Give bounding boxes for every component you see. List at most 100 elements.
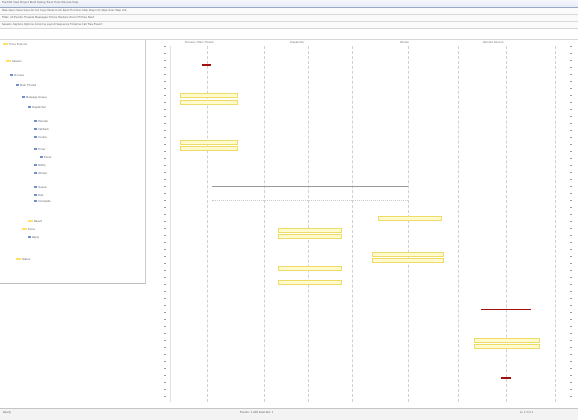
tree-item[interactable]: Queue xyxy=(34,186,47,190)
status-right: Ln 1 Col 1 xyxy=(520,411,533,414)
ruler-tick xyxy=(570,144,572,145)
ruler-tick xyxy=(570,291,572,292)
menu-items[interactable]: File Edit View Project Build Debug Trace… xyxy=(2,0,572,6)
ruler-tick xyxy=(570,263,572,264)
ruler-tick xyxy=(164,60,166,61)
ruler-tick xyxy=(164,263,166,264)
ruler-tick xyxy=(570,102,572,103)
event-block[interactable] xyxy=(372,252,444,257)
ruler-tick xyxy=(164,277,166,278)
tree-item[interactable]: Process xyxy=(10,74,24,78)
ruler-tick xyxy=(164,298,166,299)
ruler-tick xyxy=(570,207,572,208)
status-left: Ready xyxy=(3,411,12,414)
selected-event-marker[interactable] xyxy=(202,64,211,66)
ruler-tick xyxy=(164,347,166,348)
time-ruler xyxy=(146,46,171,402)
ruler-tick xyxy=(570,347,572,348)
event-block[interactable] xyxy=(278,234,342,239)
ruler-tick xyxy=(570,389,572,390)
ruler-tick xyxy=(164,284,166,285)
event-block[interactable] xyxy=(180,140,238,145)
ruler-tick xyxy=(164,340,166,341)
ruler-tick xyxy=(570,193,572,194)
ruler-tick xyxy=(570,242,572,243)
event-block[interactable] xyxy=(278,280,342,285)
ruler-tick xyxy=(570,109,572,110)
ruler-tick xyxy=(164,109,166,110)
ruler-tick xyxy=(164,382,166,383)
ruler-tick xyxy=(164,207,166,208)
ruler-tick xyxy=(570,361,572,362)
tree-item[interactable]: Timer xyxy=(34,148,45,152)
ruler-tick xyxy=(164,312,166,313)
tree-item[interactable]: Invoke xyxy=(34,136,47,140)
ruler-tick xyxy=(164,361,166,362)
ruler-tick xyxy=(164,270,166,271)
event-block[interactable] xyxy=(180,100,238,105)
ruler-tick xyxy=(164,333,166,334)
ruler-tick xyxy=(164,291,166,292)
lifeline-worker xyxy=(408,46,409,402)
ruler-tick xyxy=(570,284,572,285)
tree-item[interactable]: Worker xyxy=(34,172,47,176)
tree-item[interactable]: Callback xyxy=(34,128,49,132)
ruler-tick xyxy=(570,235,572,236)
ruler-tick xyxy=(164,137,166,138)
ruler-tick xyxy=(164,249,166,250)
event-block[interactable] xyxy=(278,228,342,233)
folder-icon xyxy=(3,43,8,45)
trace-explorer-panel: Trace Explorer Session Process Main Thre… xyxy=(0,40,146,284)
tree-item[interactable]: Main Thread xyxy=(16,84,36,88)
event-block[interactable] xyxy=(474,344,540,349)
column-header[interactable]: Process / Main Thread xyxy=(185,41,213,44)
ruler-tick xyxy=(164,235,166,236)
event-block[interactable] xyxy=(180,146,238,151)
toolbar-view: Session Capture Options Columns Layout S… xyxy=(0,22,578,29)
status-middle: Events: 1,248 Selected: 1 xyxy=(240,411,274,414)
return-arrow[interactable] xyxy=(212,200,408,201)
column-header[interactable]: Dispatcher xyxy=(290,41,304,44)
ruler-tick xyxy=(164,123,166,124)
ruler-tick xyxy=(164,88,166,89)
tree-item[interactable]: Session xyxy=(6,60,22,64)
status-bar: Ready Events: 1,248 Selected: 1 Ln 1 Col… xyxy=(0,408,578,420)
tree-item[interactable]: Complete xyxy=(34,200,51,204)
tree-item[interactable]: Reply xyxy=(28,236,39,240)
ruler-tick xyxy=(164,165,166,166)
ruler-tick xyxy=(570,151,572,152)
event-block[interactable] xyxy=(180,93,238,98)
remote-event-marker[interactable] xyxy=(501,377,511,379)
tree-item[interactable]: Dispatcher xyxy=(28,106,46,110)
tree-item[interactable]: Handler xyxy=(34,120,48,124)
ruler-tick xyxy=(570,319,572,320)
event-block[interactable] xyxy=(278,266,342,271)
menu-bar: File Edit View Project Build Debug Trace… xyxy=(0,0,578,8)
tree-item[interactable]: Result xyxy=(28,220,42,224)
ruler-tick xyxy=(570,95,572,96)
ruler-tick xyxy=(570,186,572,187)
remote-event-marker[interactable] xyxy=(481,309,531,310)
event-block[interactable] xyxy=(474,338,540,343)
ruler-tick xyxy=(570,375,572,376)
toolbar-view-buttons[interactable]: Session Capture Options Columns Layout S… xyxy=(2,22,572,28)
toolbar-main-buttons[interactable]: New Open Save Save All Cut Copy Paste Un… xyxy=(2,8,572,14)
column-header[interactable]: Remote Service xyxy=(483,41,503,44)
ruler-tick xyxy=(570,354,572,355)
lifeline-divider xyxy=(264,46,265,402)
event-block[interactable] xyxy=(372,258,444,263)
column-header[interactable]: Worker xyxy=(400,41,409,44)
tree-item[interactable]: Event xyxy=(40,156,51,160)
message-arrow[interactable] xyxy=(212,186,408,187)
ruler xyxy=(0,29,578,40)
tree-item[interactable]: Post xyxy=(34,194,43,198)
tree-item[interactable]: Status xyxy=(16,258,30,262)
tree-item[interactable]: Done xyxy=(22,228,35,232)
ruler-tick xyxy=(164,375,166,376)
toolbar-filter-buttons[interactable]: Filter: All Events Threads Messages Time… xyxy=(2,15,572,21)
event-block[interactable] xyxy=(378,216,442,221)
ruler-tick xyxy=(164,172,166,173)
tree-item[interactable]: Message Queue xyxy=(22,96,47,100)
tree-item[interactable]: Notify xyxy=(34,164,46,168)
ruler-tick xyxy=(164,193,166,194)
